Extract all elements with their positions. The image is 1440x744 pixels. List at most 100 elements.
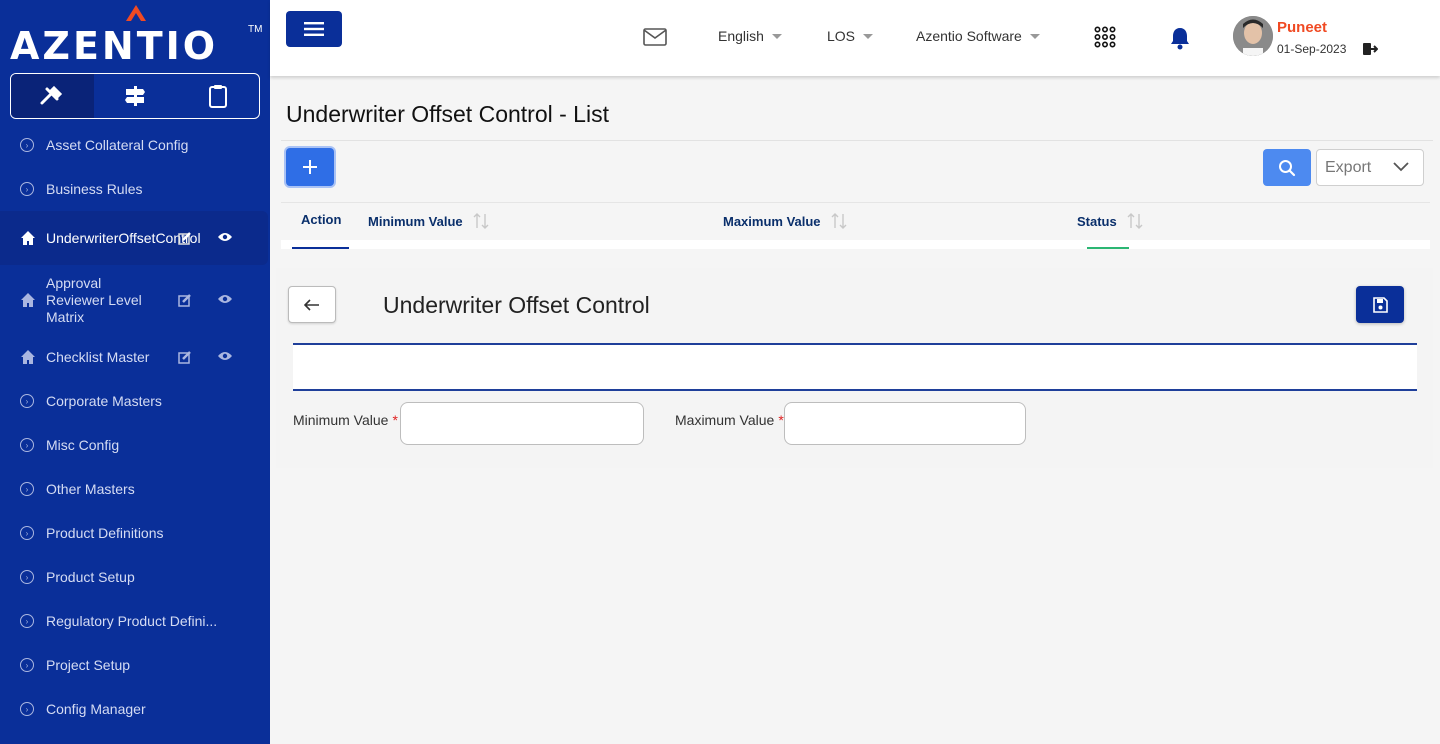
form-section-band (293, 343, 1417, 391)
sidebar-item-label: UnderwriterOffsetControl (46, 229, 201, 246)
minimum-value-label: Minimum Value * (293, 412, 398, 428)
chevron-circle-icon: › (20, 482, 34, 496)
menu-toggle-button[interactable] (286, 11, 342, 47)
sidebar-item-regulatory-product-definitions[interactable]: › Regulatory Product Defini... (0, 599, 270, 643)
arrow-left-icon (304, 298, 319, 311)
search-button[interactable] (1263, 149, 1311, 186)
sidebar-item-other-masters[interactable]: › Other Masters (0, 467, 270, 511)
caret-down-icon (863, 33, 874, 39)
signpost-icon (125, 86, 145, 106)
sidebar-tool-tabs (10, 73, 260, 119)
column-header-minimum-value[interactable]: Minimum Value (368, 212, 489, 230)
language-label: English (718, 28, 764, 44)
table-header: Action Minimum Value Maximum Value Statu… (281, 202, 1430, 240)
sidebar-item-label: Product Setup (46, 569, 135, 585)
sidebar-item-label: Checklist Master (46, 349, 150, 365)
apps-grid-icon[interactable] (1094, 26, 1116, 48)
chevron-circle-icon: › (20, 394, 34, 408)
azentio-logo: AZENTIO TM (10, 4, 265, 68)
home-icon (21, 293, 35, 307)
required-marker: * (778, 412, 784, 428)
hamburger-icon (304, 22, 324, 36)
caret-down-icon (771, 33, 782, 39)
bell-icon[interactable] (1169, 26, 1191, 50)
sidebar-item-product-setup[interactable]: › Product Setup (0, 555, 270, 599)
tab-clipboard[interactable] (176, 74, 259, 118)
sidebar-item-underwriter-offset-control[interactable]: UnderwriterOffsetControl (0, 211, 268, 265)
sidebar-item-label: Asset Collateral Config (46, 137, 189, 153)
action-column-marker (292, 247, 349, 249)
sidebar-item-label: Regulatory Product Defini... (46, 613, 218, 629)
chevron-circle-icon: › (20, 526, 34, 540)
column-header-maximum-value[interactable]: Maximum Value (723, 212, 847, 230)
sidebar-item-label: Misc Config (46, 437, 120, 453)
export-label: Export (1325, 158, 1372, 176)
home-icon (21, 231, 35, 245)
sidebar-item-label: Product Definitions (46, 525, 164, 541)
chevron-circle-icon: › (20, 182, 34, 196)
sidebar-item-label: Corporate Masters (46, 393, 162, 409)
sidebar-item-project-setup[interactable]: › Project Setup (0, 643, 270, 687)
back-button[interactable] (288, 286, 336, 323)
login-date: 01-Sep-2023 (1277, 42, 1347, 56)
tools-icon (40, 85, 63, 105)
avatar[interactable] (1233, 16, 1273, 56)
edit-icon[interactable] (178, 231, 192, 245)
sidebar-item-business-rules[interactable]: › Business Rules (0, 167, 270, 211)
home-icon (21, 350, 35, 364)
edit-icon[interactable] (178, 293, 192, 307)
caret-down-icon (1029, 33, 1040, 39)
module-label: LOS (827, 28, 856, 44)
mail-icon[interactable] (643, 28, 667, 46)
status-column-marker (1087, 247, 1129, 249)
sidebar-item-approval-reviewer-level-matrix[interactable]: Approval Reviewer Level Matrix (0, 265, 270, 335)
sort-icon (831, 213, 847, 229)
view-eye-icon[interactable] (217, 293, 233, 305)
module-selector[interactable]: LOS (827, 28, 874, 44)
sidebar-item-asset-collateral-config[interactable]: › Asset Collateral Config (0, 123, 270, 167)
company-selector[interactable]: Azentio Software (916, 28, 1040, 44)
user-photo-icon (1233, 16, 1273, 56)
chevron-down-icon (1393, 162, 1409, 172)
user-name: Puneet (1277, 19, 1328, 36)
maximum-value-input[interactable] (784, 402, 1026, 445)
minimum-value-input[interactable] (400, 402, 644, 445)
sort-icon (473, 213, 489, 229)
save-button[interactable] (1356, 286, 1404, 323)
sidebar-item-misc-config[interactable]: › Misc Config (0, 423, 270, 467)
sidebar-item-checklist-master[interactable]: Checklist Master (0, 335, 270, 379)
column-header-action: Action (301, 212, 342, 227)
page-title: Underwriter Offset Control - List (286, 101, 609, 127)
chevron-circle-icon: › (20, 614, 34, 628)
tab-tools[interactable] (11, 74, 94, 118)
company-label: Azentio Software (916, 28, 1022, 44)
logout-icon[interactable] (1362, 42, 1378, 56)
sidebar-nav: › Asset Collateral Config › Business Rul… (0, 123, 270, 731)
view-eye-icon[interactable] (217, 350, 233, 362)
form-title: Underwriter Offset Control (383, 292, 650, 318)
required-marker: * (392, 412, 398, 428)
maximum-value-label: Maximum Value * (675, 412, 784, 428)
sidebar-item-product-definitions[interactable]: › Product Definitions (0, 511, 270, 555)
chevron-circle-icon: › (20, 438, 34, 452)
sort-icon (1127, 213, 1143, 229)
chevron-circle-icon: › (20, 570, 34, 584)
export-dropdown[interactable]: Export (1316, 149, 1424, 186)
table-body (281, 240, 1430, 249)
search-icon (1279, 159, 1296, 176)
sidebar-item-corporate-masters[interactable]: › Corporate Masters (0, 379, 270, 423)
sidebar-item-label: Project Setup (46, 657, 131, 673)
add-button[interactable] (286, 148, 334, 186)
language-selector[interactable]: English (718, 28, 782, 44)
sidebar-item-label: Other Masters (46, 481, 135, 497)
sidebar-item-config-manager[interactable]: › Config Manager (0, 687, 270, 731)
sidebar-item-label: Business Rules (46, 181, 143, 197)
clipboard-icon (208, 85, 227, 108)
sidebar: AZENTIO TM › Asset Collateral Config › B… (0, 0, 270, 744)
column-header-status[interactable]: Status (1077, 212, 1143, 230)
plus-icon (303, 160, 317, 174)
edit-icon[interactable] (178, 350, 192, 364)
view-eye-icon[interactable] (217, 231, 233, 243)
tab-signpost[interactable] (94, 74, 177, 118)
save-icon (1373, 296, 1388, 313)
